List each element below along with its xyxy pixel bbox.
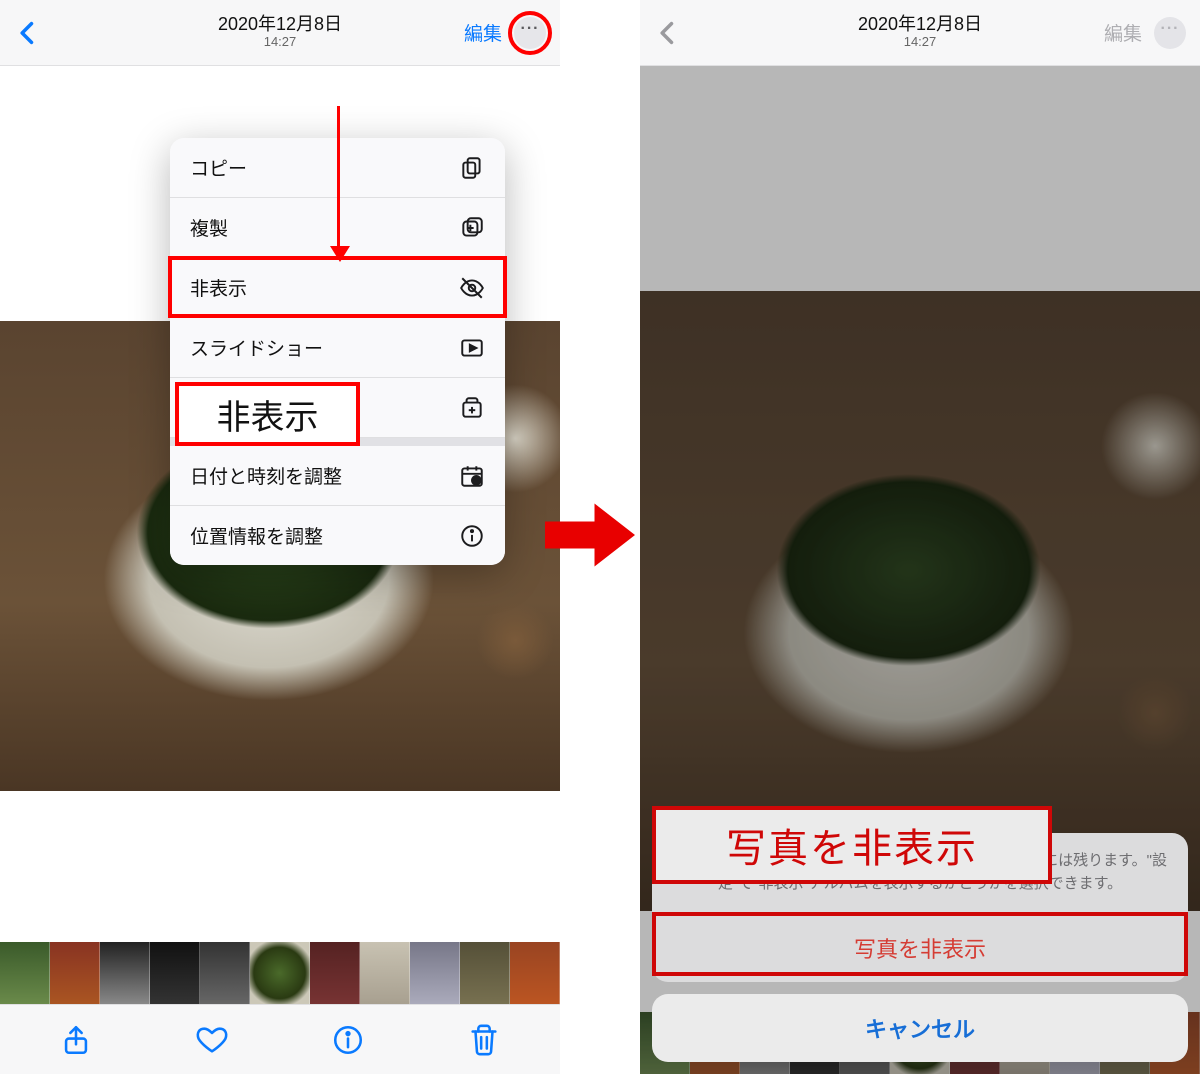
nav-time: 14:27 (858, 35, 982, 49)
ellipsis-icon: ··· (521, 20, 540, 38)
more-button[interactable]: ··· (1154, 17, 1186, 49)
duplicate-icon (459, 215, 485, 241)
thumbnail[interactable] (310, 942, 360, 1004)
nav-title: 2020年12月8日 14:27 (218, 15, 342, 49)
nav-title: 2020年12月8日 14:27 (858, 15, 982, 49)
nav-date: 2020年12月8日 (218, 15, 342, 35)
edit-button[interactable]: 編集 (1104, 19, 1142, 46)
menu-item-adjust-datetime[interactable]: 日付と時刻を調整 (170, 446, 505, 506)
menu-item-hide[interactable]: 非表示 (170, 258, 505, 318)
bottom-toolbar (0, 1004, 560, 1074)
menu-item-slideshow[interactable]: スライドショー (170, 318, 505, 378)
menu-label: コピー (190, 154, 247, 181)
phone-right: 2020年12月8日 14:27 編集 ··· 写真を非表示 この写真は表示され… (640, 0, 1200, 1074)
more-button[interactable]: ··· (514, 17, 546, 49)
menu-item-adjust-location[interactable]: 位置情報を調整 (170, 506, 505, 565)
annotation-callout-hide: 非表示 (175, 382, 360, 446)
calendar-icon (459, 463, 485, 489)
thumbnail[interactable] (510, 942, 560, 1004)
thumbnail[interactable] (150, 942, 200, 1004)
nav-time: 14:27 (218, 35, 342, 49)
album-add-icon (459, 395, 485, 421)
thumbnail-current[interactable] (250, 942, 310, 1004)
back-icon[interactable] (14, 19, 42, 47)
thumbnail[interactable] (100, 942, 150, 1004)
thumbnail-strip[interactable] (0, 942, 560, 1004)
delete-button[interactable] (467, 1023, 501, 1057)
menu-item-copy[interactable]: コピー (170, 138, 505, 198)
menu-label: 位置情報を調整 (190, 522, 323, 549)
favorite-button[interactable] (195, 1023, 229, 1057)
phone-left: 2020年12月8日 14:27 編集 ··· コピー 複製 (0, 0, 560, 1074)
ellipsis-icon: ··· (1161, 20, 1180, 38)
thumbnail[interactable] (460, 942, 510, 1004)
photo-viewer[interactable]: コピー 複製 非表示 スライドショー (0, 66, 560, 942)
annotation-arrow-right (545, 500, 635, 570)
menu-label: 複製 (190, 214, 228, 241)
menu-label: 非表示 (190, 274, 247, 301)
annotation-callout-hide-photo: 写真を非表示 (652, 806, 1052, 884)
action-sheet-cancel-button[interactable]: キャンセル (652, 994, 1188, 1062)
context-menu: コピー 複製 非表示 スライドショー (170, 138, 505, 565)
share-button[interactable] (59, 1023, 93, 1057)
thumbnail[interactable] (410, 942, 460, 1004)
thumbnail[interactable] (50, 942, 100, 1004)
callout-text: 写真を非表示 (726, 816, 978, 874)
nav-bar: 2020年12月8日 14:27 編集 ··· (0, 0, 560, 66)
thumbnail[interactable] (0, 942, 50, 1004)
menu-label: スライドショー (190, 334, 323, 361)
callout-text: 非表示 (217, 390, 319, 439)
play-rect-icon (459, 335, 485, 361)
thumbnail[interactable] (200, 942, 250, 1004)
back-icon[interactable] (654, 19, 682, 47)
menu-label: 日付と時刻を調整 (190, 462, 342, 489)
info-icon (459, 523, 485, 549)
nav-bar: 2020年12月8日 14:27 編集 ··· (640, 0, 1200, 66)
action-sheet-hide-button[interactable]: 写真を非表示 (652, 914, 1188, 982)
photo-viewer[interactable]: 写真を非表示 この写真は表示されなくなりますが、"非表示"アルバムには残ります。… (640, 66, 1200, 1074)
edit-button[interactable]: 編集 (464, 19, 502, 46)
thumbnail[interactable] (360, 942, 410, 1004)
copy-icon (459, 155, 485, 181)
eye-slash-icon (459, 275, 485, 301)
nav-date: 2020年12月8日 (858, 15, 982, 35)
menu-item-duplicate[interactable]: 複製 (170, 198, 505, 258)
info-button[interactable] (331, 1023, 365, 1057)
